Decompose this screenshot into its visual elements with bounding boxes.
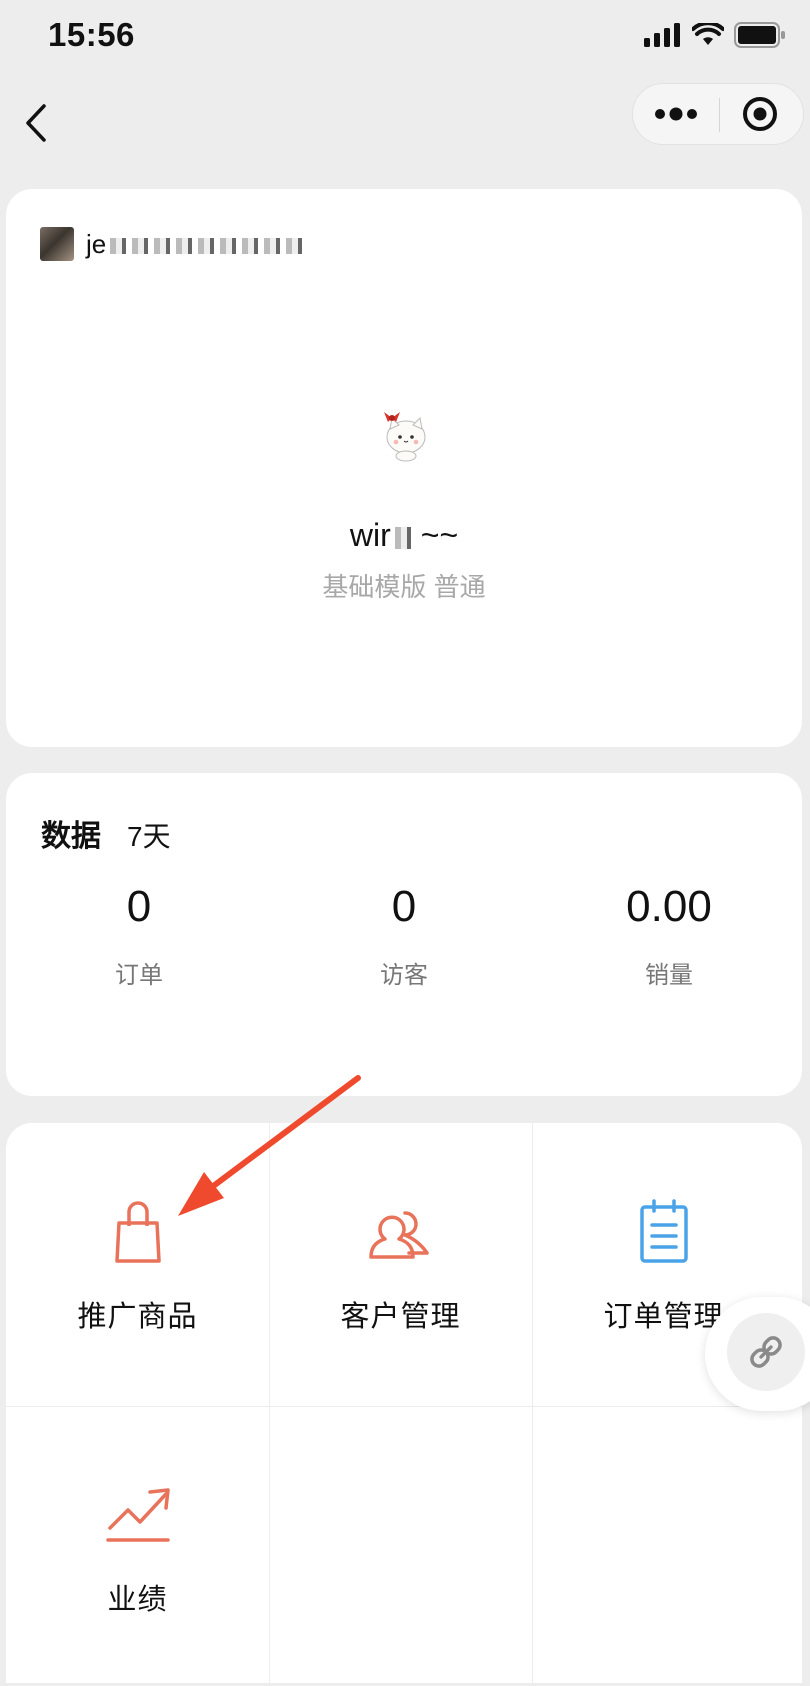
shop-name: wir ~~ xyxy=(349,517,459,553)
stat-value: 0.00 xyxy=(626,882,712,931)
nav-bar xyxy=(0,74,810,184)
menu-item-customer-management[interactable]: 客户管理 xyxy=(269,1123,532,1403)
close-miniprogram-button[interactable] xyxy=(717,84,803,144)
more-button[interactable] xyxy=(633,84,719,144)
stat-value: 0 xyxy=(391,882,417,931)
status-time: 15:56 xyxy=(48,16,135,53)
stat-label: 订单 xyxy=(115,962,163,989)
user-row: je xyxy=(40,227,303,261)
menu-item-performance[interactable]: 业绩 xyxy=(6,1406,269,1686)
wifi-icon xyxy=(692,23,724,45)
floating-link-button[interactable] xyxy=(705,1297,810,1411)
username: je xyxy=(86,229,303,260)
menu-capsule xyxy=(632,83,804,145)
redacted-shop-name xyxy=(394,526,417,549)
menu-grid: 推广商品 客户管理 订单管理 业绩 xyxy=(6,1123,802,1683)
stats-range[interactable]: 7天 xyxy=(127,815,171,855)
menu-item-label: 客户管理 xyxy=(340,1301,461,1333)
stats-header: 数据 7天 xyxy=(41,811,171,855)
back-button[interactable] xyxy=(16,98,60,148)
target-icon xyxy=(743,97,777,131)
chevron-left-icon xyxy=(26,104,46,142)
battery-icon xyxy=(734,22,785,48)
stat-label: 访客 xyxy=(380,962,428,989)
status-icons xyxy=(644,22,786,48)
signal-icon xyxy=(644,23,680,47)
template-label: 基础模版 普通 xyxy=(322,572,486,602)
users-icon xyxy=(369,1211,429,1259)
trend-up-icon xyxy=(106,1488,170,1542)
more-dots-icon xyxy=(655,107,697,121)
stat-sales[interactable]: 0.00 销量 xyxy=(536,885,802,990)
menu-item-label: 业绩 xyxy=(107,1584,168,1616)
stat-label: 销量 xyxy=(645,962,693,989)
stat-orders[interactable]: 0 订单 xyxy=(6,885,272,990)
stats-card: 数据 7天 0 订单 0 访客 0.00 销量 xyxy=(6,773,802,1096)
menu-item-promote-products[interactable]: 推广商品 xyxy=(6,1123,269,1403)
menu-item-label: 推广商品 xyxy=(77,1301,198,1333)
link-icon xyxy=(750,1336,782,1368)
cat-avatar xyxy=(384,412,426,462)
floating-link-inner xyxy=(727,1313,805,1391)
profile-card: je wir ~~ 基础模版 普通 xyxy=(6,189,802,747)
stat-value: 0 xyxy=(126,882,152,931)
status-bar: 15:56 xyxy=(0,0,810,74)
stats-title: 数据 xyxy=(41,820,101,853)
koala-avatar xyxy=(40,227,74,261)
stat-visitors[interactable]: 0 访客 xyxy=(271,885,537,990)
notepad-icon xyxy=(640,1199,688,1263)
shopping-bag-icon xyxy=(115,1201,161,1263)
redacted-username xyxy=(110,237,303,254)
